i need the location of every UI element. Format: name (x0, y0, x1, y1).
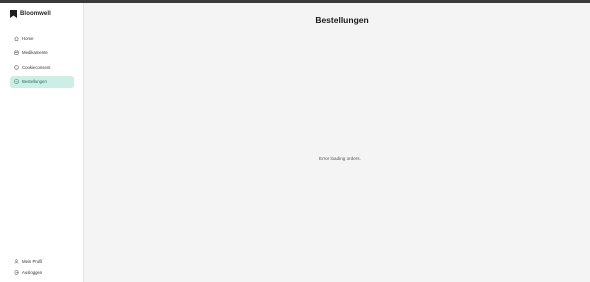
sidebar-item-ausloggen[interactable]: Ausloggen (10, 266, 74, 278)
sidebar-item-home[interactable]: Home (10, 32, 74, 44)
error-message: Error loading orders. (319, 156, 361, 161)
sidebar-item-label: Ausloggen (22, 269, 43, 275)
sidebar-item-label: Cookieconsent (22, 64, 51, 70)
pill-icon (14, 50, 19, 55)
bottom-nav: Mein Profil Ausloggen (10, 255, 74, 277)
main-content: Bestellungen Error loading orders. (84, 3, 590, 282)
brand-name: Bloomwell (20, 11, 51, 17)
cookie-icon (14, 64, 19, 70)
logout-icon (14, 270, 19, 274)
sidebar-item-label: Home (22, 35, 34, 41)
main-nav: Home Medikamente Cookieconsent Bestellun… (10, 32, 74, 90)
sidebar-item-cookieconsent[interactable]: Cookieconsent (10, 61, 74, 73)
user-icon (14, 258, 19, 264)
sidebar-item-label: Mein Profil (22, 258, 43, 264)
sidebar: Bloomwell Home Medikamente Cookieconsent (0, 3, 84, 282)
home-icon (14, 35, 19, 41)
orders-icon (14, 79, 19, 84)
bookmark-logo-icon (10, 10, 17, 18)
sidebar-item-medikamente[interactable]: Medikamente (10, 47, 74, 59)
sidebar-item-label: Bestellungen (22, 79, 47, 84)
brand[interactable]: Bloomwell (10, 10, 51, 18)
sidebar-item-label: Medikamente (22, 50, 48, 55)
sidebar-item-bestellungen[interactable]: Bestellungen (10, 75, 74, 88)
page-title: Bestellungen (315, 15, 369, 25)
